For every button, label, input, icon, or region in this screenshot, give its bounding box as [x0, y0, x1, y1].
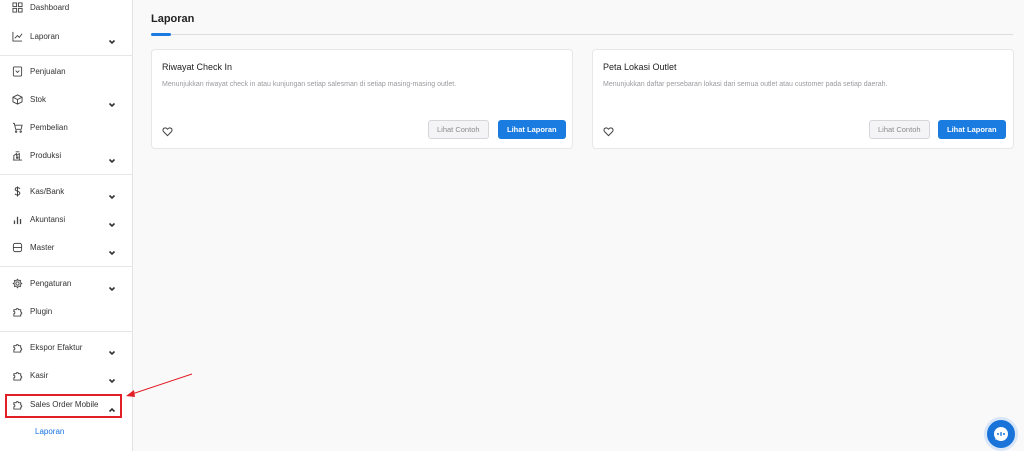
- heart-icon[interactable]: [162, 124, 173, 137]
- factory-icon: [12, 150, 23, 161]
- sidebar-item-label: Kasir: [30, 371, 49, 380]
- highlight-annotation-box: [5, 394, 122, 418]
- sidebar-item-label: Stok: [30, 95, 47, 104]
- chevron-down-icon: [108, 96, 116, 108]
- title-accent: [151, 33, 171, 36]
- box-icon: [12, 94, 23, 105]
- chevron-down-icon: [108, 33, 116, 45]
- sidebar-divider: [0, 174, 133, 175]
- lihat-laporan-button[interactable]: Lihat Laporan: [938, 120, 1006, 139]
- sidebar-item-akuntansi[interactable]: Akuntansi: [0, 210, 133, 232]
- chevron-down-icon: [108, 216, 116, 228]
- chart-line-icon: [12, 31, 23, 42]
- sidebar-item-label: Ekspor Efaktur: [30, 343, 83, 352]
- sidebar-item-master[interactable]: Master: [0, 238, 133, 260]
- sidebar-item-pembelian[interactable]: Pembelian: [0, 118, 133, 140]
- chevron-down-icon: [108, 152, 116, 164]
- card-description: Menunjukkan daftar persebaran lokasi dar…: [603, 81, 888, 88]
- gear-icon: [12, 278, 23, 289]
- app-root: Dashboard Laporan Penjualan Stok Pembeli…: [0, 0, 1024, 451]
- sidebar-item-pengaturan[interactable]: Pengaturan: [0, 274, 133, 296]
- puzzle-icon: [12, 306, 23, 317]
- sidebar-item-kasir[interactable]: Kasir: [0, 366, 133, 388]
- sidebar-item-produksi[interactable]: Produksi: [0, 146, 133, 168]
- cart-icon: [12, 122, 23, 133]
- sidebar-item-penjualan[interactable]: Penjualan: [0, 62, 133, 84]
- bar-chart-icon: [12, 214, 23, 225]
- sidebar-item-kas-bank[interactable]: Kas/Bank: [0, 182, 133, 204]
- sidebar-item-label: Kas/Bank: [30, 187, 65, 196]
- title-underline: [151, 34, 1013, 35]
- sidebar-item-label: Plugin: [30, 307, 53, 316]
- lihat-contoh-button[interactable]: Lihat Contoh: [428, 120, 489, 139]
- card-description: Menunjukkan riwayat check in atau kunjun…: [162, 81, 457, 88]
- sidebar-subitem-laporan[interactable]: Laporan: [35, 427, 64, 436]
- sidebar-divider: [0, 266, 133, 267]
- chevron-down-icon: [108, 244, 116, 256]
- sidebar-item-label: Dashboard: [30, 3, 70, 12]
- sidebar-item-stok[interactable]: Stok: [0, 90, 133, 112]
- heart-icon[interactable]: [603, 124, 614, 137]
- sidebar-divider: [0, 331, 133, 332]
- chat-button[interactable]: [984, 417, 1018, 451]
- report-card-riwayat-check-in: Riwayat Check In Menunjukkan riwayat che…: [151, 49, 573, 149]
- card-title: Peta Lokasi Outlet: [603, 62, 677, 72]
- chevron-down-icon: [108, 280, 116, 292]
- sidebar-divider: [0, 55, 133, 56]
- chevron-down-icon: [108, 372, 116, 384]
- dollar-icon: [12, 186, 23, 197]
- sidebar-item-ekspor-efaktur[interactable]: Ekspor Efaktur: [0, 338, 133, 360]
- sidebar: Dashboard Laporan Penjualan Stok Pembeli…: [0, 0, 133, 451]
- sidebar-item-dashboard[interactable]: Dashboard: [0, 0, 133, 20]
- report-card-peta-lokasi-outlet: Peta Lokasi Outlet Menunjukkan daftar pe…: [592, 49, 1014, 149]
- sidebar-item-label: Penjualan: [30, 67, 66, 76]
- chevron-down-icon: [108, 344, 116, 356]
- sidebar-item-plugin[interactable]: Plugin: [0, 302, 133, 324]
- lihat-laporan-button[interactable]: Lihat Laporan: [498, 120, 566, 139]
- sidebar-item-label: Laporan: [30, 32, 60, 41]
- chat-bubble-icon: [994, 427, 1008, 441]
- chevron-down-icon: [108, 188, 116, 200]
- page-title: Laporan: [151, 13, 195, 25]
- card-title: Riwayat Check In: [162, 62, 233, 72]
- sidebar-item-label: Akuntansi: [30, 215, 66, 224]
- sidebar-item-label: Pembelian: [30, 123, 68, 132]
- database-icon: [12, 242, 23, 253]
- puzzle-icon: [12, 342, 23, 353]
- annotation-arrow-icon: [126, 373, 193, 397]
- sidebar-item-label: Produksi: [30, 151, 62, 160]
- lihat-contoh-button[interactable]: Lihat Contoh: [869, 120, 930, 139]
- sidebar-item-label: Master: [30, 243, 55, 252]
- receipt-icon: [12, 66, 23, 77]
- sidebar-item-label: Pengaturan: [30, 279, 72, 288]
- sidebar-item-laporan[interactable]: Laporan: [0, 27, 133, 49]
- grid-icon: [12, 2, 23, 13]
- puzzle-icon: [12, 370, 23, 381]
